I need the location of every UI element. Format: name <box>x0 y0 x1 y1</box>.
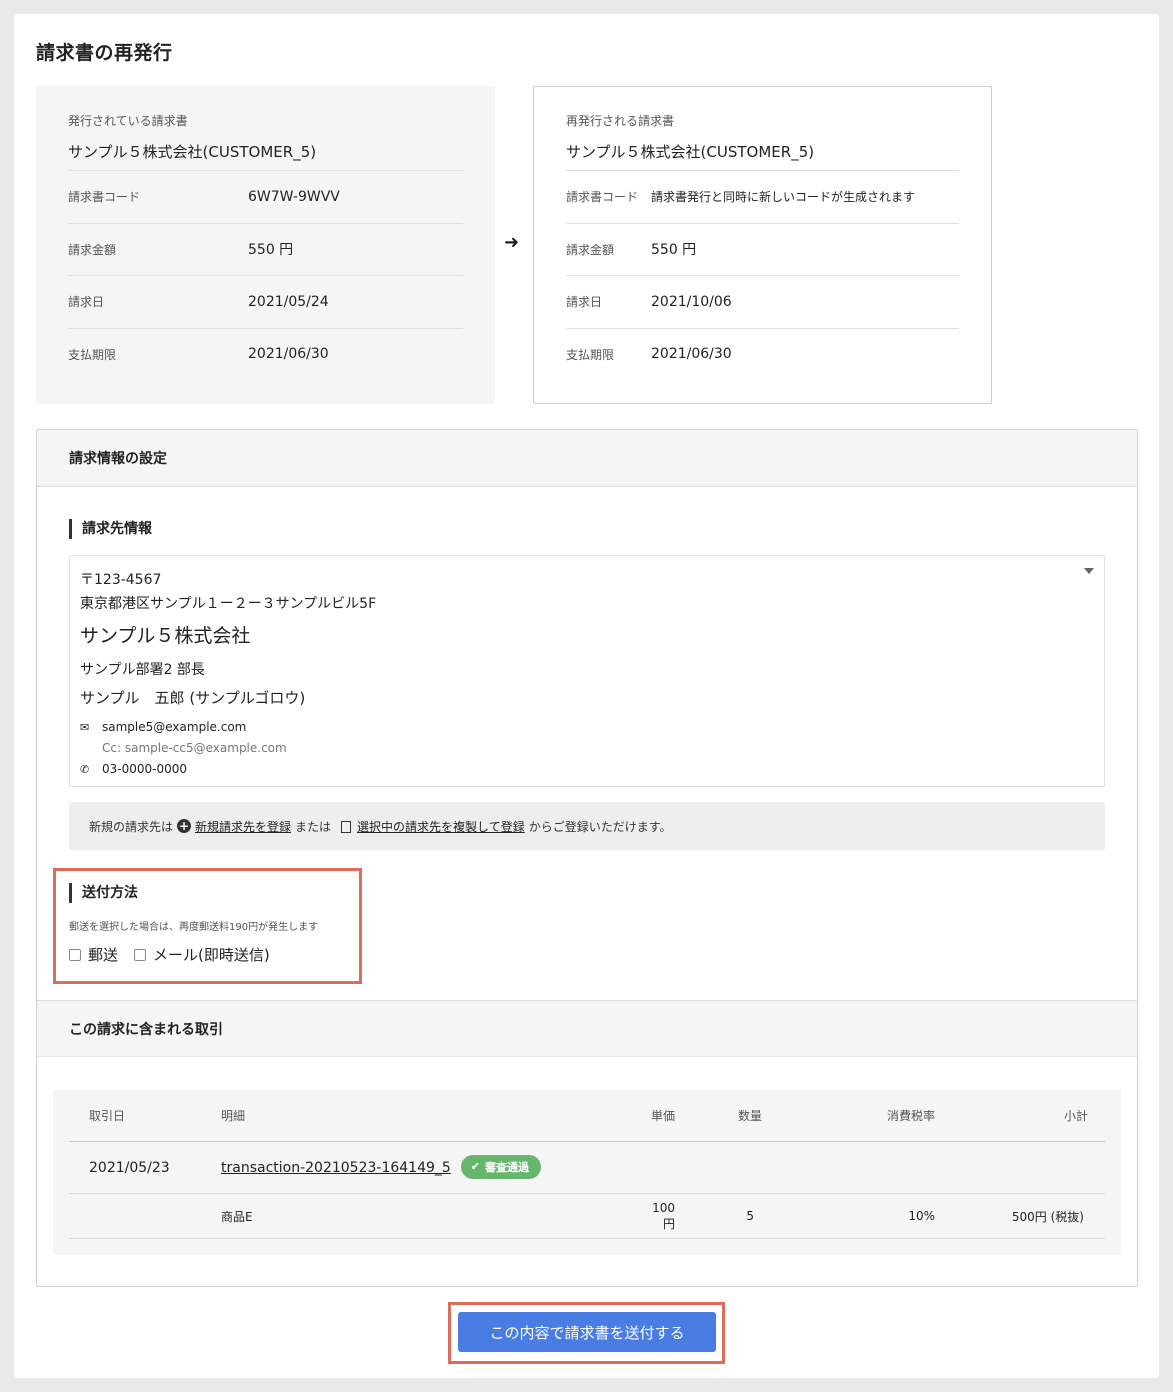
email-label: メール(即時送信) <box>153 946 270 964</box>
row-value: 2021/05/24 <box>248 293 329 310</box>
duplicate-recipient-link[interactable]: 選択中の請求先を複製して登録 <box>357 818 525 835</box>
row-value: 2021/06/30 <box>651 346 732 363</box>
arrow-right-icon: ➜ <box>504 232 520 253</box>
original-code-row: 請求書コード 6W7W-9WVV <box>68 170 463 223</box>
page-frame: 請求書の再発行 発行されている請求書 サンプル５株式会社(CUSTOMER_5)… <box>14 14 1159 1378</box>
notice-middle: または <box>295 819 332 834</box>
table-row: 2021/05/23 transaction-20210523-164149_5… <box>69 1142 1105 1194</box>
transaction-link[interactable]: transaction-20210523-164149_5 <box>221 1160 451 1176</box>
chevron-down-icon[interactable] <box>1084 568 1094 574</box>
recipient-address: 東京都港区サンプル１ー２ー３サンプルビル5F <box>80 596 377 612</box>
reissued-due-row: 支払期限 2021/06/30 <box>566 327 959 381</box>
status-badge: ✔ 審査通過 <box>460 1154 542 1179</box>
transactions-title: この請求に含まれる取引 <box>37 1000 1137 1057</box>
reissued-invoice-customer: サンプル５株式会社(CUSTOMER_5) <box>566 143 815 161</box>
row-value: 550 円 <box>248 242 294 259</box>
row-key: 請求日 <box>566 295 603 310</box>
checkbox-box[interactable] <box>134 948 147 961</box>
original-amount-row: 請求金額 550 円 <box>68 222 463 276</box>
header-date: 取引日 <box>89 1109 126 1123</box>
checkbox-box[interactable] <box>69 948 81 961</box>
transaction-date: 2021/05/23 <box>89 1159 170 1176</box>
original-invoice-label: 発行されている請求書 <box>68 114 188 128</box>
envelope-icon: ✉ <box>80 720 90 734</box>
status-badge-label: 審査通過 <box>485 1160 530 1174</box>
header-tax-rate: 消費税率 <box>886 1109 935 1123</box>
item-subtotal: 500円 (税抜) <box>1011 1209 1084 1224</box>
recipient-email: sample5@example.com <box>102 720 247 734</box>
row-key: 支払期限 <box>566 347 615 362</box>
row-value: 請求書発行と同時に新しいコードが生成されます <box>651 190 916 205</box>
transaction-detail: transaction-20210523-164149_5 ✔ 審査通過 <box>221 1154 641 1180</box>
row-key: 請求金額 <box>68 242 117 257</box>
row-key: 請求書コード <box>68 190 141 205</box>
item-quantity: 5 <box>746 1209 754 1223</box>
recipient-phone: 03-0000-0000 <box>102 762 188 776</box>
recipient-company: サンプル５株式会社 <box>80 625 251 647</box>
row-key: 請求書コード <box>566 190 639 205</box>
item-name: 商品E <box>221 1209 253 1224</box>
recipient-email-line: ✉ sample5@example.com <box>80 718 1094 736</box>
reissued-code-row: 請求書コード 請求書発行と同時に新しいコードが生成されます <box>566 170 959 223</box>
phone-icon: ✆ <box>80 762 90 776</box>
recipient-zip: 〒123-4567 <box>80 572 162 588</box>
row-value: 6W7W-9WVV <box>248 188 340 205</box>
reissued-invoice-label: 再発行される請求書 <box>566 114 675 128</box>
billing-settings-panel: 請求情報の設定 請求先情報 〒123-4567 東京都港区サンプル１ー２ー３サン… <box>36 429 1138 1287</box>
email-checkbox[interactable]: メール(即時送信) <box>134 944 270 965</box>
register-new-recipient-link[interactable]: 新規請求先を登録 <box>195 818 291 835</box>
row-value: 2021/06/30 <box>248 346 329 363</box>
header-detail: 明細 <box>221 1109 246 1123</box>
header-quantity: 数量 <box>737 1109 762 1123</box>
mail-label: 郵送 <box>88 946 119 964</box>
recipient-phone-line: ✆ 03-0000-0000 <box>80 760 1094 778</box>
row-value: 550 円 <box>651 242 697 259</box>
row-value: 2021/10/06 <box>651 293 732 310</box>
recipient-section-title: 請求先情報 <box>69 519 152 539</box>
reissued-date-row: 請求日 2021/10/06 <box>566 275 959 328</box>
page-title: 請求書の再発行 <box>36 42 173 64</box>
recipient-department: サンプル部署2 部長 <box>80 662 205 678</box>
check-icon: ✔ <box>470 1160 481 1173</box>
original-invoice-customer: サンプル５株式会社(CUSTOMER_5) <box>68 143 317 161</box>
reissued-amount-row: 請求金額 550 円 <box>566 222 959 276</box>
original-date-row: 請求日 2021/05/24 <box>68 275 463 328</box>
recipient-cc: Cc: sample-cc5@example.com <box>102 741 287 755</box>
original-invoice-card: 発行されている請求書 サンプル５株式会社(CUSTOMER_5) 請求書コード … <box>36 86 495 404</box>
mail-checkbox[interactable]: 郵送 <box>69 944 118 965</box>
recipient-person: サンプル 五郎 (サンプルゴロウ) <box>80 689 306 707</box>
send-invoice-button[interactable]: この内容で請求書を送付する <box>458 1312 716 1352</box>
row-key: 請求日 <box>68 295 105 310</box>
shipping-note: 郵送を選択した場合は、再度郵送料190円が発生します <box>69 922 319 933</box>
header-unit-price: 単価 <box>650 1109 675 1123</box>
row-key: 支払期限 <box>68 347 117 362</box>
shipping-options: 郵送 メール(即時送信) <box>69 944 286 965</box>
item-unit-price: 100円 <box>652 1200 675 1231</box>
reissued-invoice-card: 再発行される請求書 サンプル５株式会社(CUSTOMER_5) 請求書コード 請… <box>533 86 992 404</box>
table-row: 商品E 100円 5 10% 500円 (税抜) <box>69 1194 1105 1239</box>
copy-icon <box>341 821 352 833</box>
recipient-select[interactable]: 〒123-4567 東京都港区サンプル１ー２ー３サンプルビル5F サンプル５株式… <box>69 555 1105 787</box>
item-tax-rate: 10% <box>908 1209 935 1223</box>
shipping-section-title: 送付方法 <box>69 883 138 903</box>
table-header: 取引日 明細 単価 数量 消費税率 小計 <box>69 1090 1105 1142</box>
plus-circle-icon: + <box>177 819 192 833</box>
transactions-table: 取引日 明細 単価 数量 消費税率 小計 2021/05/23 transact… <box>53 1090 1121 1255</box>
notice-suffix: からご登録いただけます。 <box>528 819 672 834</box>
billing-settings-title: 請求情報の設定 <box>37 430 1137 487</box>
new-recipient-notice: 新規の請求先は + 新規請求先を登録 または 選択中の請求先を複製して登録 から… <box>69 802 1105 850</box>
row-key: 請求金額 <box>566 242 615 257</box>
notice-prefix: 新規の請求先は <box>89 819 174 834</box>
original-due-row: 支払期限 2021/06/30 <box>68 327 463 381</box>
header-subtotal: 小計 <box>1063 1109 1088 1123</box>
